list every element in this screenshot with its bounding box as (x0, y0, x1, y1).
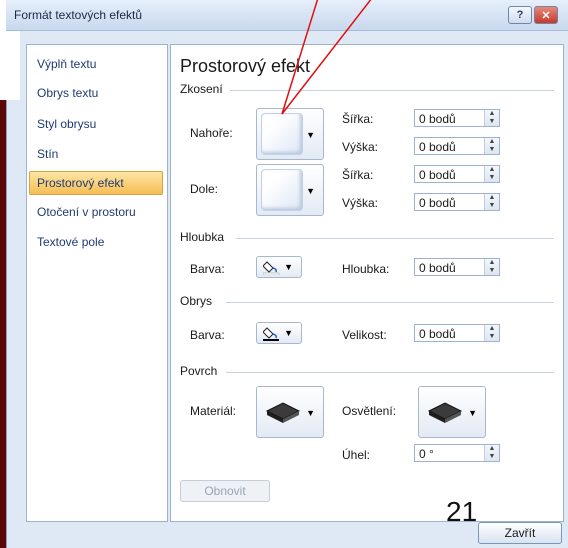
depth-spinner[interactable]: 0 bodů ▲ ▼ (414, 258, 500, 276)
bevel-top-label: Nahoře: (190, 126, 233, 140)
bevel-bottom-width-label: Šířka: (342, 168, 374, 182)
chevron-down-icon: ▼ (284, 328, 293, 338)
spin-arrows-icon[interactable]: ▲ ▼ (484, 110, 499, 126)
spinner-value: 0 bodů (419, 196, 456, 210)
contour-color-label: Barva: (190, 328, 225, 342)
nav-item-outline-style[interactable]: Styl obrysu (37, 117, 96, 131)
spinner-value: 0 bodů (419, 261, 456, 275)
spinner-value: 0 bodů (419, 168, 456, 182)
spinner-value: 0 bodů (419, 327, 456, 341)
chevron-down-icon: ▼ (306, 408, 315, 418)
chevron-down-icon: ▼ (306, 130, 315, 140)
spinner-value: 0 bodů (419, 112, 456, 126)
nav-item-text-outline[interactable]: Obrys textu (37, 86, 98, 100)
bevel-top-width-label: Šířka: (342, 112, 374, 126)
panel-title: Prostorový efekt (180, 56, 311, 76)
depth-color-picker[interactable]: ▼ (256, 256, 302, 278)
bevel-top-dropdown[interactable]: ▼ (256, 108, 324, 160)
paint-bucket-icon (263, 327, 279, 341)
nav-item-text-box[interactable]: Textové pole (37, 235, 104, 249)
section-divider (226, 302, 554, 303)
chevron-down-icon: ▼ (284, 262, 293, 272)
section-divider (226, 372, 554, 373)
slide-number: 21 (446, 496, 478, 527)
section-divider (230, 90, 554, 91)
nav-item-3d-format[interactable]: Prostorový efekt (37, 176, 124, 190)
contour-color-picker[interactable]: ▼ (256, 322, 302, 344)
depth-label: Hloubka: (342, 262, 390, 276)
bevel-bottom-label: Dole: (190, 182, 219, 196)
lighting-preview-icon (427, 402, 463, 423)
lighting-dropdown[interactable]: ▼ (418, 386, 486, 438)
angle-label: Úhel: (342, 448, 371, 462)
section-surface: Povrch (180, 364, 218, 378)
spinner-value: 0 ° (419, 447, 434, 461)
spin-arrows-icon[interactable]: ▲ ▼ (484, 166, 499, 182)
spin-arrows-icon[interactable]: ▲ ▼ (484, 445, 499, 461)
spin-arrows-icon[interactable]: ▲ ▼ (484, 325, 499, 341)
bevel-preview-icon (261, 169, 303, 211)
section-contour: Obrys (180, 294, 213, 308)
nav-item-3d-rotation[interactable]: Otočení v prostoru (37, 205, 136, 219)
bevel-bottom-dropdown[interactable]: ▼ (256, 164, 324, 216)
close-dialog-button[interactable]: Zavřít (478, 522, 562, 544)
dialog-title: Formát textových efektů (14, 8, 143, 22)
angle-spinner[interactable]: 0 ° ▲ ▼ (414, 444, 500, 462)
lighting-label: Osvětlení: (342, 404, 397, 418)
spin-arrows-icon[interactable]: ▲ ▼ (484, 194, 499, 210)
bevel-bottom-height-label: Výška: (342, 196, 379, 210)
section-depth: Hloubka (180, 230, 225, 244)
bevel-preview-icon (261, 113, 303, 155)
bevel-top-height-label: Výška: (342, 140, 379, 154)
paint-bucket-icon (263, 261, 280, 275)
contour-size-label: Velikost: (342, 328, 387, 342)
spin-arrows-icon[interactable]: ▲ ▼ (484, 259, 499, 275)
depth-color-label: Barva: (190, 262, 225, 276)
nav-item-shadow[interactable]: Stín (37, 147, 58, 161)
bevel-top-width-spinner[interactable]: 0 bodů ▲ ▼ (414, 109, 500, 127)
spinner-value: 0 bodů (419, 140, 456, 154)
contour-size-spinner[interactable]: 0 bodů ▲ ▼ (414, 324, 500, 342)
help-button[interactable]: ? (508, 6, 532, 24)
category-list: Výplň textu Obrys textu Styl obrysu Stín… (26, 44, 168, 522)
chevron-down-icon: ▼ (306, 186, 315, 196)
nav-item-text-fill[interactable]: Výplň textu (37, 57, 96, 71)
material-label: Materiál: (190, 404, 237, 418)
section-divider (236, 238, 554, 239)
section-bevel: Zkosení (180, 82, 223, 96)
material-preview-icon (265, 402, 301, 423)
bevel-top-height-spinner[interactable]: 0 bodů ▲ ▼ (414, 137, 500, 155)
bevel-bottom-height-spinner[interactable]: 0 bodů ▲ ▼ (414, 193, 500, 211)
reset-button[interactable]: Obnovit (180, 480, 270, 502)
spin-arrows-icon[interactable]: ▲ ▼ (484, 138, 499, 154)
material-dropdown[interactable]: ▼ (256, 386, 324, 438)
bevel-bottom-width-spinner[interactable]: 0 bodů ▲ ▼ (414, 165, 500, 183)
chevron-down-icon: ▼ (468, 408, 477, 418)
close-window-button[interactable]: ✕ (534, 6, 558, 24)
